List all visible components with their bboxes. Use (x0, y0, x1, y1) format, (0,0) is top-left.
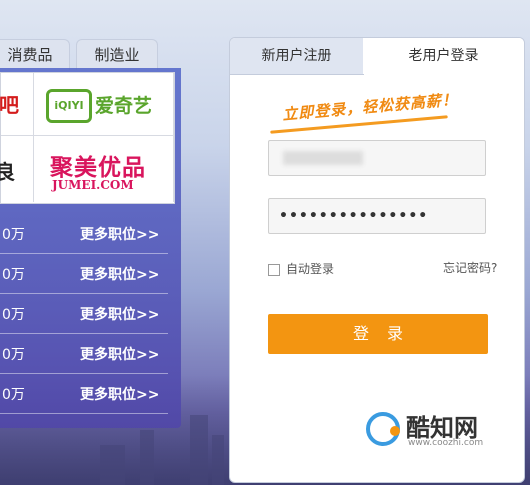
logo-grid: 吧 iQIYI 爱奇艺 良 聚美优品 JUMEI.COM (0, 72, 175, 204)
iqiyi-label: 爱奇艺 (95, 95, 153, 117)
job-row: 0万 更多职位>> (0, 214, 168, 254)
job-row: 0万 更多职位>> (0, 254, 168, 294)
company-panel: 吧 iQIYI 爱奇艺 良 聚美优品 JUMEI.COM 0万 更多职位>> 0… (0, 68, 181, 428)
more-jobs-link[interactable]: 更多职位>> (80, 344, 159, 364)
jumei-logo-cn: 聚美优品 (50, 155, 146, 181)
watermark-url: www.coozhi.com (408, 438, 484, 448)
login-panel: 新用户注册 老用户登录 立即登录，轻松获高薪！ ••••••••••••••• … (229, 37, 525, 483)
password-input[interactable]: ••••••••••••••• (268, 198, 486, 234)
coozhi-logo-icon (366, 412, 400, 446)
job-row: 0万 更多职位>> (0, 334, 168, 374)
tab-consumer-goods[interactable]: 消费品 (0, 39, 70, 70)
iqiyi-logo-icon: iQIYI (46, 89, 92, 123)
job-row: 0万 更多职位>> (0, 294, 168, 334)
login-button[interactable]: 登录 (268, 314, 488, 354)
job-salary: 0万 (2, 267, 25, 283)
auto-login-checkbox[interactable] (268, 263, 280, 276)
company-logo-partial-top[interactable]: 吧 (0, 73, 34, 136)
blurred-username (283, 151, 363, 165)
tab-returning-user-login[interactable]: 老用户登录 (363, 38, 524, 74)
job-row: 0万 更多职位>> (0, 374, 168, 414)
tab-new-user-register[interactable]: 新用户注册 (230, 38, 364, 75)
tab-manufacturing[interactable]: 制造业 (76, 39, 158, 70)
more-jobs-link[interactable]: 更多职位>> (80, 384, 159, 404)
more-jobs-link[interactable]: 更多职位>> (80, 264, 159, 284)
company-logo-jumei[interactable]: 聚美优品 JUMEI.COM (34, 136, 174, 202)
more-jobs-link[interactable]: 更多职位>> (80, 304, 159, 324)
job-salary: 0万 (2, 347, 25, 363)
more-jobs-link[interactable]: 更多职位>> (80, 224, 159, 244)
username-input[interactable] (268, 140, 486, 176)
job-salary: 0万 (2, 227, 25, 243)
forgot-password-link[interactable]: 忘记密码? (443, 259, 497, 276)
jumei-logo-en: JUMEI.COM (52, 178, 134, 192)
auto-login-option[interactable]: 自动登录 (268, 260, 334, 277)
auto-login-label: 自动登录 (286, 262, 335, 276)
company-logo-iqiyi[interactable]: iQIYI 爱奇艺 (34, 73, 174, 136)
company-logo-partial-bottom[interactable]: 良 (0, 136, 34, 202)
job-salary: 0万 (2, 387, 25, 403)
job-salary: 0万 (2, 307, 25, 323)
